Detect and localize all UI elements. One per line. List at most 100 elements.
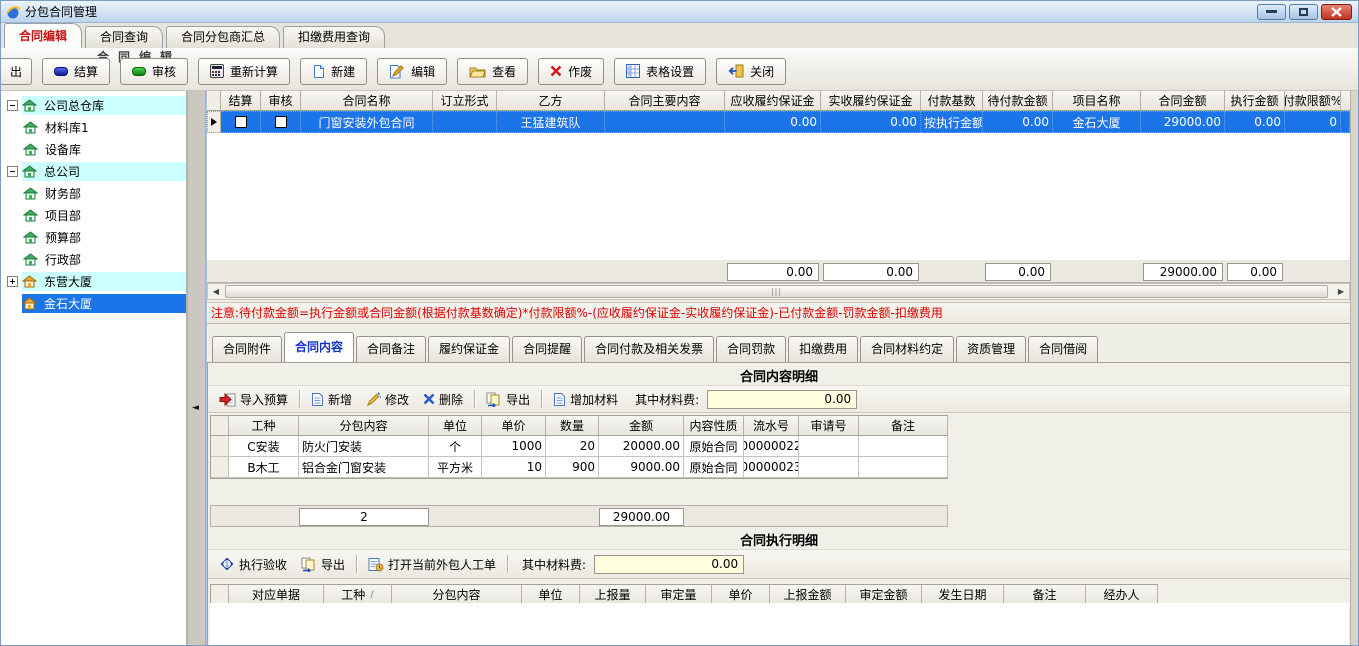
new-button[interactable]: 新建	[300, 58, 367, 85]
close-button[interactable]	[1321, 4, 1352, 20]
view-button[interactable]: 查看	[457, 58, 528, 85]
collapse-icon[interactable]	[7, 100, 18, 111]
scroll-left-arrow-icon[interactable]: ◀	[208, 284, 224, 299]
tree-item-dongying-tower[interactable]: 东营大厦	[1, 270, 186, 292]
close-window-button[interactable]: 关闭	[716, 58, 786, 85]
tab-payment-invoice[interactable]: 合同付款及相关发票	[584, 336, 714, 362]
content-row-2[interactable]: B木工 铝合金门窗安装 平方米 10 900 9000.00 原始合同 0000…	[211, 457, 947, 478]
col-paid-clipped[interactable]: 已	[1341, 91, 1350, 110]
recalculate-button[interactable]: 重新计算	[198, 58, 290, 85]
tree-item-company-warehouse[interactable]: 公司总仓库	[1, 94, 186, 116]
tab-contract-content[interactable]: 合同内容	[284, 332, 354, 362]
content-row-1[interactable]: C安装 防火门安装 个 1000 20 20000.00 原始合同 000000…	[211, 436, 947, 457]
exec-export-button[interactable]: 导出	[298, 554, 348, 575]
tab-withholding-fee[interactable]: 扣缴费用	[788, 336, 858, 362]
tab-qualification[interactable]: 资质管理	[956, 336, 1026, 362]
tree-item-finance-dept[interactable]: 财务部	[1, 182, 186, 204]
scrollbar-thumb[interactable]: |||	[225, 285, 1328, 298]
col-party-b[interactable]: 乙方	[497, 91, 605, 110]
col-related-doc[interactable]: 对应单据	[229, 585, 324, 604]
grid-horizontal-scrollbar[interactable]: ◀ ||| ▶	[207, 283, 1350, 300]
audit-checkbox[interactable]	[275, 116, 287, 128]
col-unit[interactable]: 单位	[429, 416, 482, 435]
tree-item-admin-dept[interactable]: 行政部	[1, 248, 186, 270]
col-subcontract-content[interactable]: 分包内容	[299, 416, 429, 435]
exec-material-fee-input[interactable]: 0.00	[594, 555, 744, 574]
tree-item-head-office[interactable]: 总公司	[1, 160, 186, 182]
tree-item-budget-dept[interactable]: 预算部	[1, 226, 186, 248]
edit-button[interactable]: 编辑	[377, 58, 447, 85]
import-budget-button[interactable]: 导入预算	[216, 389, 291, 410]
tab-withholding-fee-query[interactable]: 扣缴费用查询	[283, 26, 385, 48]
tab-material-agreement[interactable]: 合同材料约定	[860, 336, 954, 362]
col-work-type[interactable]: 工种	[229, 416, 299, 435]
col-remark[interactable]: 备注	[859, 416, 948, 435]
col-audit[interactable]: 审核	[261, 91, 301, 110]
col-pending-amount[interactable]: 待付款金额	[983, 91, 1053, 110]
col-contract-name[interactable]: 合同名称	[301, 91, 433, 110]
table-settings-button[interactable]: 表格设置	[614, 58, 706, 85]
audit-button[interactable]: 审核	[120, 58, 188, 85]
export-detail-button[interactable]: 导出	[483, 389, 533, 410]
settle-button[interactable]: 结算	[42, 58, 110, 85]
material-fee-input[interactable]: 0.00	[707, 390, 857, 409]
modify-row-button[interactable]: 修改	[363, 389, 412, 410]
restore-button[interactable]	[1289, 4, 1318, 20]
tree-item-project-dept[interactable]: 项目部	[1, 204, 186, 226]
expand-icon[interactable]	[7, 276, 18, 287]
tab-subcontractor-summary[interactable]: 合同分包商汇总	[166, 26, 280, 48]
collapse-panel-arrow-icon[interactable]: ◄	[192, 403, 199, 413]
col-serial-no[interactable]: 流水号	[744, 416, 799, 435]
contract-row-selected[interactable]: 门窗安装外包合同 王猛建筑队 0.00 0.00 按执行金额 0.00 金石大厦…	[207, 111, 1350, 133]
col-approved-amount[interactable]: 审定金额	[846, 585, 922, 604]
col-approved-qty[interactable]: 审定量	[646, 585, 712, 604]
col-receivable-deposit[interactable]: 应收履约保证金	[725, 91, 821, 110]
collapse-icon[interactable]	[7, 166, 18, 177]
tab-performance-deposit[interactable]: 履约保证金	[428, 336, 510, 362]
exec-acceptance-button[interactable]: 1执行验收	[216, 554, 290, 575]
settle-checkbox[interactable]	[235, 116, 247, 128]
void-button[interactable]: 作废	[538, 58, 604, 85]
col-quantity[interactable]: 数量	[546, 416, 599, 435]
col-content-nature[interactable]: 内容性质	[684, 416, 744, 435]
delete-row-button[interactable]: 删除	[420, 389, 466, 410]
tab-contract-query[interactable]: 合同查询	[85, 26, 163, 48]
col-form[interactable]: 订立形式	[433, 91, 497, 110]
col-contract-amount[interactable]: 合同金额	[1141, 91, 1225, 110]
tree-splitter[interactable]: ◄	[187, 91, 206, 645]
col-payment-limit[interactable]: 付款限额%	[1285, 91, 1341, 110]
tab-contract-edit[interactable]: 合同编辑	[4, 23, 82, 48]
col-received-deposit[interactable]: 实收履约保证金	[821, 91, 921, 110]
tree-item-equipment-store[interactable]: 设备库	[1, 138, 186, 160]
tree-item-material-store1[interactable]: 材料库1	[1, 116, 186, 138]
open-labor-order-button[interactable]: 打开当前外包人工单	[365, 554, 499, 575]
col-subcontract-content[interactable]: 分包内容	[392, 585, 522, 604]
export-button-clipped[interactable]: 出	[1, 58, 32, 85]
tab-contract-borrow[interactable]: 合同借阅	[1028, 336, 1098, 362]
tab-contract-reminder[interactable]: 合同提醒	[512, 336, 582, 362]
tab-contract-attachment[interactable]: 合同附件	[212, 336, 282, 362]
col-reported-qty[interactable]: 上报量	[580, 585, 646, 604]
col-exec-amount[interactable]: 执行金额	[1225, 91, 1285, 110]
add-row-button[interactable]: 新增	[308, 389, 355, 410]
col-reported-amount[interactable]: 上报金额	[770, 585, 846, 604]
add-material-button[interactable]: 增加材料	[550, 389, 621, 410]
col-unit[interactable]: 单位	[522, 585, 580, 604]
col-work-type-sorted[interactable]: 工种/	[324, 585, 392, 604]
col-remark[interactable]: 备注	[1004, 585, 1086, 604]
col-payment-basis[interactable]: 付款基数	[921, 91, 983, 110]
col-project-name[interactable]: 项目名称	[1053, 91, 1141, 110]
tab-contract-remark[interactable]: 合同备注	[356, 336, 426, 362]
tree-item-jinshi-tower-selected[interactable]: 金石大厦	[1, 292, 186, 314]
col-main-content[interactable]: 合同主要内容	[605, 91, 725, 110]
tab-contract-penalty[interactable]: 合同罚款	[716, 336, 786, 362]
col-settle[interactable]: 结算	[221, 91, 261, 110]
col-amount[interactable]: 金额	[599, 416, 684, 435]
minimize-button[interactable]	[1257, 4, 1286, 20]
col-occur-date[interactable]: 发生日期	[922, 585, 1004, 604]
col-handler[interactable]: 经办人	[1086, 585, 1158, 604]
scroll-right-arrow-icon[interactable]: ▶	[1333, 284, 1349, 299]
col-request-no[interactable]: 审请号	[799, 416, 859, 435]
col-unit-price[interactable]: 单价	[712, 585, 770, 604]
col-unit-price[interactable]: 单价	[482, 416, 546, 435]
